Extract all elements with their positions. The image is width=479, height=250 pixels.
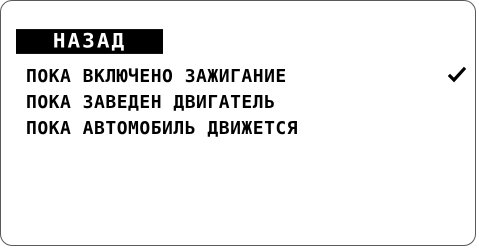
- menu-item-label: ПОКА ЗАВЕДЕН ДВИГАТЕЛЬ: [26, 92, 276, 113]
- menu-item-vehicle-moving[interactable]: ПОКА АВТОМОБИЛЬ ДВИЖЕТСЯ: [26, 116, 466, 142]
- menu-item-label: ПОКА АВТОМОБИЛЬ ДВИЖЕТСЯ: [26, 118, 299, 139]
- menu-item-ignition-on[interactable]: ПОКА ВКЛЮЧЕНО ЗАЖИГАНИЕ: [26, 64, 466, 90]
- menu-item-label: ПОКА ВКЛЮЧЕНО ЗАЖИГАНИЕ: [26, 66, 287, 87]
- display-screen: НАЗАД ПОКА ВКЛЮЧЕНО ЗАЖИГАНИЕ ПОКА ЗАВЕД…: [0, 0, 476, 246]
- check-icon: [448, 66, 466, 83]
- options-menu: ПОКА ВКЛЮЧЕНО ЗАЖИГАНИЕ ПОКА ЗАВЕДЕН ДВИ…: [26, 64, 466, 142]
- back-button[interactable]: НАЗАД: [16, 29, 163, 54]
- menu-item-engine-running[interactable]: ПОКА ЗАВЕДЕН ДВИГАТЕЛЬ: [26, 90, 466, 116]
